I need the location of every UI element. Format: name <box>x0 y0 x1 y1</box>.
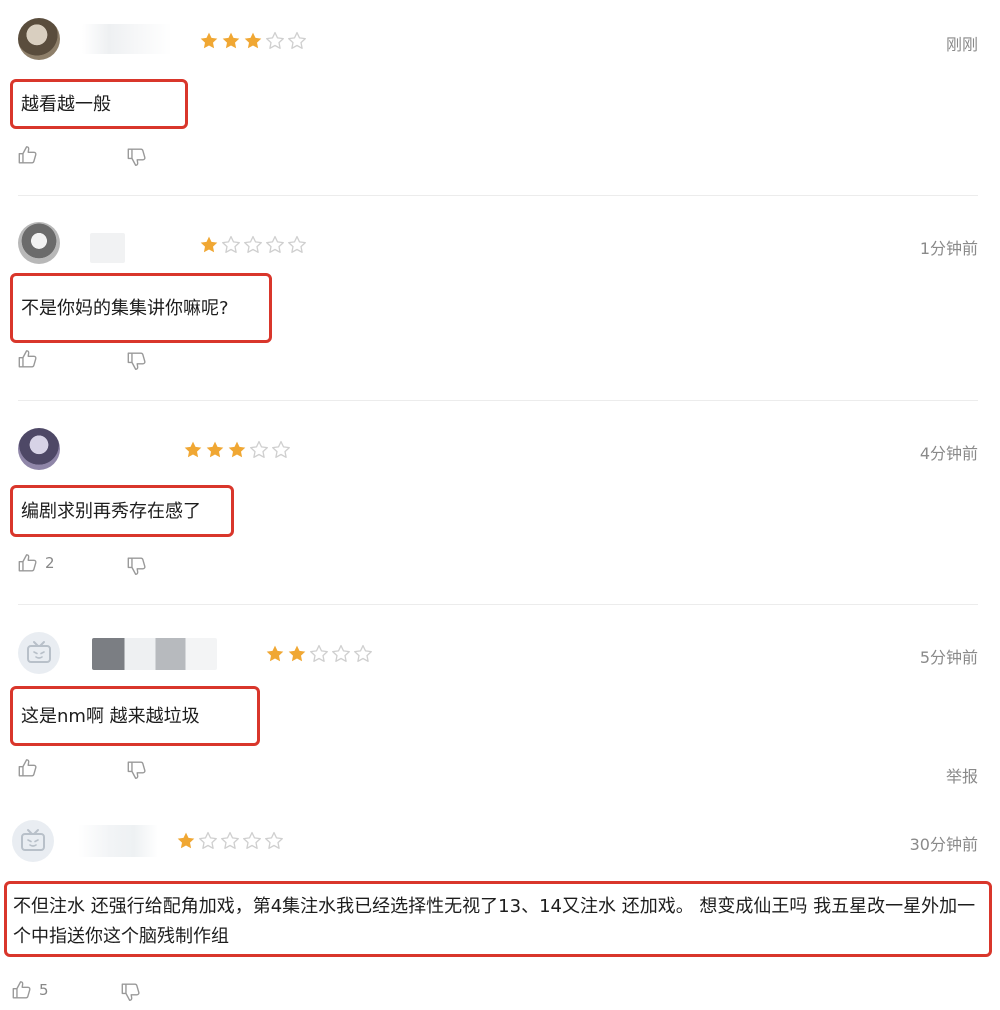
star-filled-icon <box>200 32 218 49</box>
review-time: 30分钟前 <box>909 835 978 854</box>
divider <box>18 604 978 605</box>
thumb-down-icon <box>127 761 146 779</box>
thumb-down-icon <box>127 352 146 370</box>
review-content: 不是你妈的集集讲你嘛呢? <box>10 273 272 343</box>
like-button[interactable] <box>17 144 45 166</box>
username-blurred <box>78 825 158 857</box>
divider <box>18 400 978 401</box>
star-filled-icon <box>200 236 218 253</box>
avatar[interactable] <box>18 222 60 264</box>
rating-stars <box>265 644 373 664</box>
star-empty-icon <box>288 235 306 253</box>
review-time: 刚刚 <box>945 35 978 54</box>
rating-stars <box>183 440 291 460</box>
username-blurred <box>92 638 217 670</box>
star-empty-icon <box>244 235 262 253</box>
like-button[interactable]: 5 <box>11 979 49 1001</box>
avatar[interactable] <box>12 820 54 862</box>
dislike-button[interactable] <box>120 981 142 1003</box>
review-content: 越看越一般 <box>10 79 188 129</box>
divider <box>18 195 978 196</box>
star-empty-icon <box>265 831 283 849</box>
username-blurred <box>82 24 172 54</box>
star-empty-icon <box>272 440 290 458</box>
rating-stars <box>199 31 307 51</box>
star-filled-icon <box>206 441 224 458</box>
star-filled-icon <box>222 32 240 49</box>
thumb-up-icon <box>18 759 37 777</box>
star-empty-icon <box>266 31 284 49</box>
star-empty-icon <box>354 644 372 662</box>
review-time: 1分钟前 <box>919 239 978 258</box>
star-empty-icon <box>199 831 217 849</box>
like-count: 2 <box>45 554 55 572</box>
star-empty-icon <box>266 235 284 253</box>
star-empty-icon <box>288 31 306 49</box>
thumb-up-icon <box>12 981 31 999</box>
review-time: 4分钟前 <box>919 444 978 463</box>
dislike-button[interactable] <box>126 759 148 781</box>
report-link[interactable]: 举报 <box>946 763 978 787</box>
star-filled-icon <box>184 441 202 458</box>
like-button[interactable] <box>17 348 45 370</box>
review-content: 编剧求别再秀存在感了 <box>10 485 234 537</box>
star-filled-icon <box>288 645 306 662</box>
review-content: 不但注水 还强行给配角加戏，第4集注水我已经选择性无视了13、14又注水 还加戏… <box>4 881 992 957</box>
star-empty-icon <box>250 440 268 458</box>
username-blurred <box>90 233 125 263</box>
avatar[interactable] <box>18 18 60 60</box>
dislike-button[interactable] <box>126 555 148 577</box>
star-filled-icon <box>228 441 246 458</box>
rating-stars <box>176 831 284 851</box>
review-time: 5分钟前 <box>919 648 978 667</box>
star-empty-icon <box>243 831 261 849</box>
rating-stars <box>199 235 307 255</box>
thumb-down-icon <box>127 557 146 575</box>
avatar[interactable] <box>18 428 60 470</box>
dislike-button[interactable] <box>126 146 148 168</box>
star-empty-icon <box>310 644 328 662</box>
like-count: 5 <box>39 981 49 999</box>
tv-avatar-icon <box>21 829 45 851</box>
dislike-button[interactable] <box>126 350 148 372</box>
star-filled-icon <box>177 832 195 849</box>
thumb-up-icon <box>18 350 37 368</box>
star-empty-icon <box>222 235 240 253</box>
tv-avatar-icon <box>27 641 51 663</box>
like-button[interactable]: 2 <box>17 552 55 574</box>
star-empty-icon <box>221 831 239 849</box>
like-button[interactable] <box>17 757 45 779</box>
thumb-up-icon <box>18 146 37 164</box>
thumb-down-icon <box>121 983 140 1001</box>
review-content: 这是nm啊 越来越垃圾 <box>10 686 260 746</box>
thumb-up-icon <box>18 554 37 572</box>
star-filled-icon <box>244 32 262 49</box>
avatar[interactable] <box>18 632 60 674</box>
star-filled-icon <box>266 645 284 662</box>
thumb-down-icon <box>127 148 146 166</box>
star-empty-icon <box>332 644 350 662</box>
